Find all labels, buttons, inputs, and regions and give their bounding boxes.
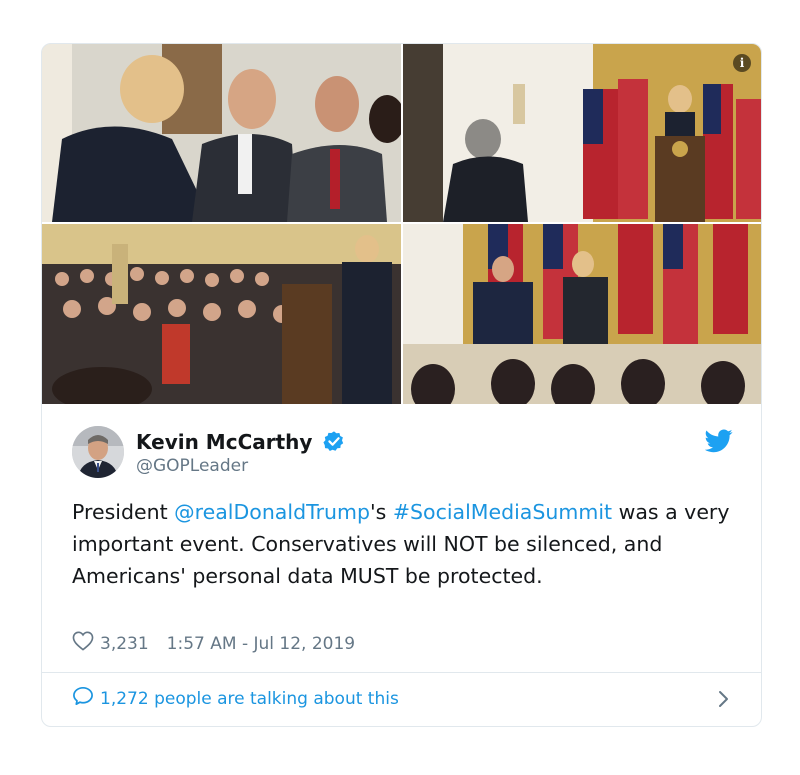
conversation-link[interactable]: 1,272 people are talking about this [72, 686, 399, 711]
tweet-card[interactable]: i Kevin McCarthy @GOPLeader President @r… [41, 43, 762, 727]
photo-2[interactable]: i [403, 44, 761, 222]
author-name[interactable]: Kevin McCarthy [136, 430, 312, 454]
speech-bubble-icon [72, 686, 94, 711]
tweet-meta: 3,231 1:57 AM - Jul 12, 2019 [72, 631, 355, 656]
avatar[interactable] [72, 426, 124, 478]
heart-icon[interactable] [72, 631, 94, 656]
hashtag-link[interactable]: #SocialMediaSummit [393, 500, 612, 524]
chevron-right-icon[interactable] [717, 689, 731, 713]
twitter-bird-icon[interactable] [704, 429, 733, 457]
like-count[interactable]: 3,231 [100, 634, 149, 654]
photo-4[interactable] [403, 224, 761, 404]
verified-badge-icon [322, 430, 345, 456]
mention-link[interactable]: @realDonaldTrump [174, 500, 370, 524]
photo-1[interactable] [42, 44, 401, 222]
photo-3[interactable] [42, 224, 401, 404]
info-icon[interactable]: i [733, 54, 751, 72]
tweet-timestamp[interactable]: 1:57 AM - Jul 12, 2019 [167, 634, 355, 654]
tweet-text: President @realDonaldTrump's #SocialMedi… [72, 496, 742, 592]
divider [42, 672, 761, 673]
conversation-count[interactable]: 1,272 people are talking about this [100, 689, 399, 709]
tweet-text-prefix: President [72, 500, 175, 524]
tweet-text-mid: 's [370, 500, 393, 524]
author-handle[interactable]: @GOPLeader [136, 456, 248, 476]
photo-grid[interactable]: i [42, 44, 761, 404]
